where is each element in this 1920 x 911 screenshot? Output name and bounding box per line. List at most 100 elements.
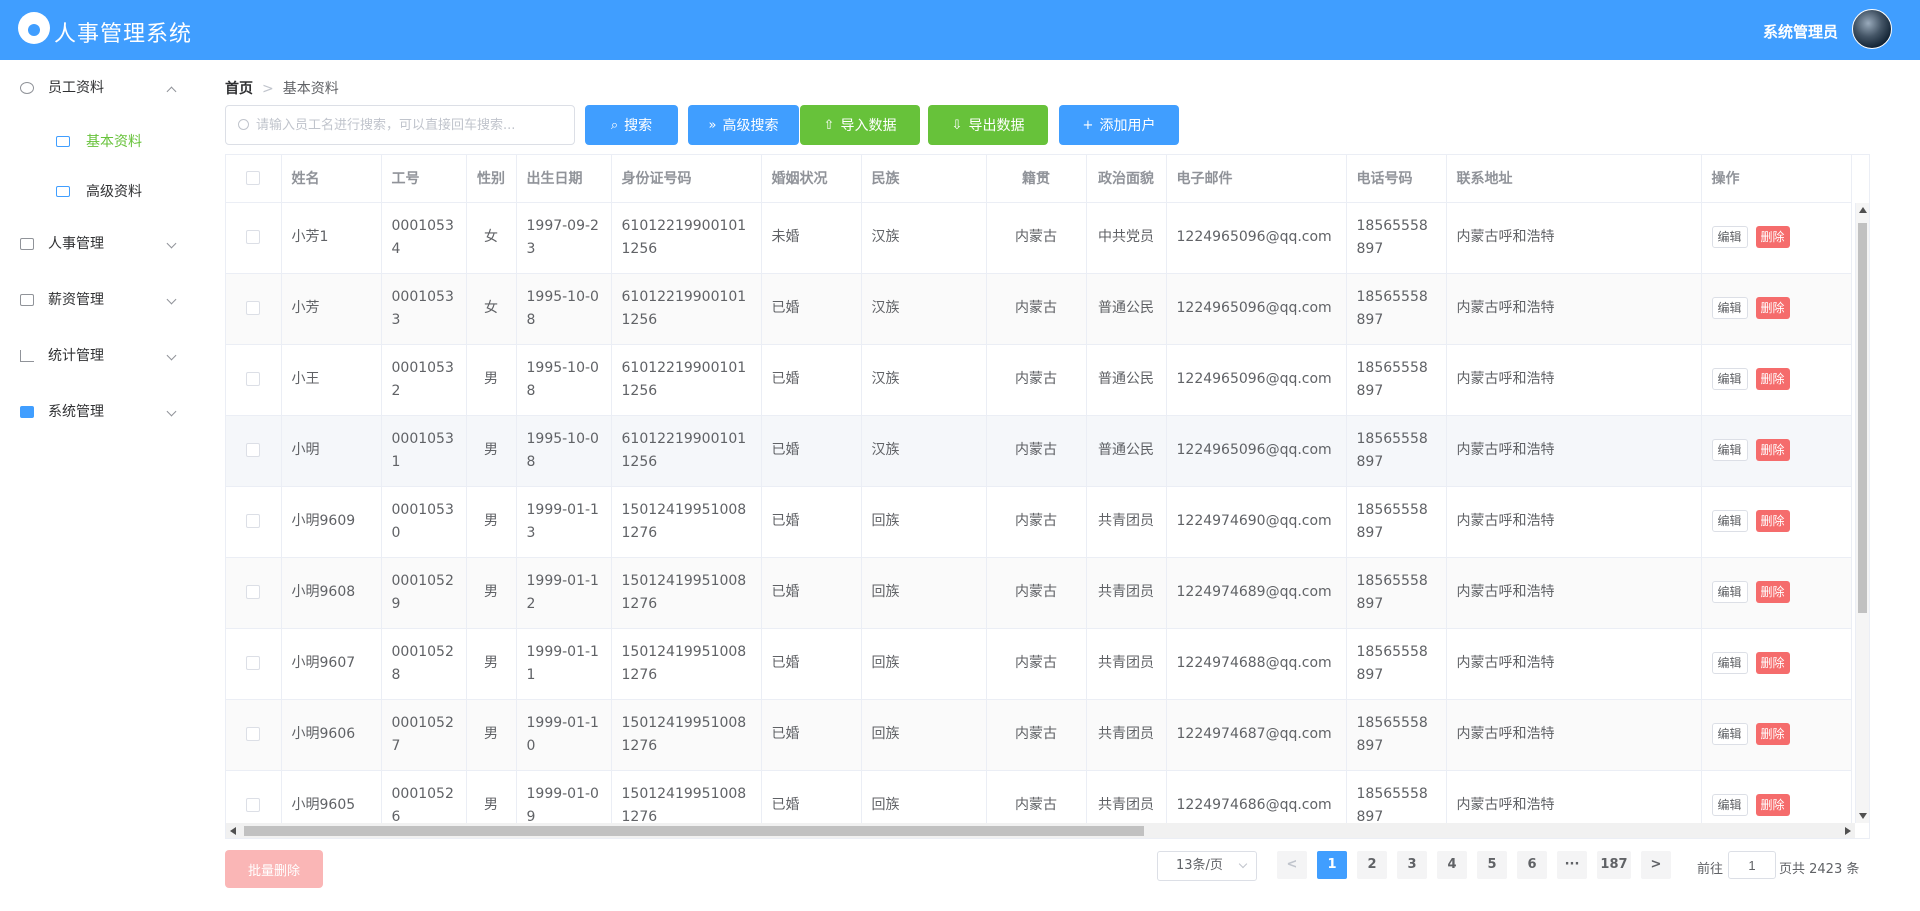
table-row[interactable]: 小明9606 00010527 男 1999-01-10 150124199510081… (226, 699, 1852, 771)
horizontal-scrollbar[interactable] (226, 823, 1855, 838)
edit-button[interactable]: 编辑 (1711, 652, 1748, 674)
page-button-last[interactable]: 187 (1597, 851, 1631, 879)
edit-button[interactable]: 编辑 (1711, 368, 1748, 390)
page-size-select[interactable]: 13条/页 (1157, 851, 1257, 881)
edit-button[interactable]: 编辑 (1711, 226, 1748, 248)
table-row[interactable]: 小明 00010531 男 1995-10-08 610122199001011256 已… (226, 415, 1852, 487)
table-row[interactable]: 小明9607 00010528 男 1999-01-11 150124199510081… (226, 628, 1852, 700)
scroll-left-arrow-icon[interactable] (230, 827, 236, 835)
row-checkbox[interactable] (246, 798, 261, 812)
delete-button[interactable]: 删除 (1755, 510, 1790, 532)
scroll-down-arrow-icon[interactable] (1859, 813, 1867, 819)
delete-button[interactable]: 删除 (1755, 581, 1790, 603)
import-data-label: 导入数据 (840, 118, 897, 134)
sidebar-group-personnel[interactable]: 人事管理 (0, 216, 200, 272)
delete-button[interactable]: 删除 (1755, 226, 1790, 248)
breadcrumb: 首页 > 基本资料 (225, 78, 339, 98)
goto-page-input[interactable] (1728, 851, 1776, 879)
cell-birthday: 1999-01-12 (516, 557, 612, 629)
delete-button[interactable]: 删除 (1755, 297, 1790, 319)
select-all-checkbox-cell (226, 155, 282, 203)
edit-button[interactable]: 编辑 (1711, 723, 1748, 745)
vertical-scroll-thumb[interactable] (1858, 223, 1867, 613)
delete-button[interactable]: 删除 (1755, 723, 1790, 745)
sidebar-group-statistics[interactable]: 统计管理 (0, 328, 200, 384)
import-data-button[interactable]: ⇧ 导入数据 (800, 105, 920, 145)
cell-id-card: 610122199001011256 (611, 202, 762, 274)
cell-nation: 汉族 (861, 273, 987, 345)
delete-button[interactable]: 删除 (1755, 652, 1790, 674)
horizontal-scroll-thumb[interactable] (244, 826, 1144, 836)
table-row[interactable]: 小明9609 00010530 男 1999-01-13 150124199510081… (226, 486, 1852, 558)
row-checkbox[interactable] (246, 585, 261, 599)
sidebar-group-system[interactable]: 系统管理 (0, 384, 200, 440)
row-checkbox[interactable] (246, 372, 261, 386)
row-checkbox-cell (226, 344, 282, 416)
row-checkbox[interactable] (246, 443, 261, 457)
plus-icon: + (1082, 117, 1094, 133)
breadcrumb-home[interactable]: 首页 (225, 81, 253, 97)
page-button-1[interactable]: 1 (1317, 851, 1347, 879)
cell-id: 00010530 (381, 486, 467, 558)
sidebar-group-label: 人事管理 (48, 236, 104, 252)
page-ellipsis-button[interactable]: ··· (1557, 851, 1587, 879)
prev-page-button[interactable]: < (1277, 851, 1307, 879)
table-row[interactable]: 小王 00010532 男 1995-10-08 610122199001011256 已… (226, 344, 1852, 416)
search-button-label: 搜索 (624, 118, 653, 134)
page-button-5[interactable]: 5 (1477, 851, 1507, 879)
cell-email: 1224965096@qq.com (1166, 202, 1347, 274)
col-header-politics: 政治面貌 (1086, 155, 1167, 203)
cell-native-place: 内蒙古 (986, 344, 1087, 416)
cell-marriage: 未婚 (761, 202, 862, 274)
search-field[interactable] (225, 105, 575, 145)
row-checkbox[interactable] (246, 656, 261, 670)
user-avatar[interactable] (1852, 9, 1892, 49)
page-button-4[interactable]: 4 (1437, 851, 1467, 879)
cell-phone: 18565558897 (1346, 628, 1447, 700)
row-checkbox-cell (226, 699, 282, 771)
cell-gender: 女 (466, 202, 517, 274)
chevron-down-icon (1238, 859, 1248, 869)
edit-button[interactable]: 编辑 (1711, 794, 1748, 816)
sidebar-item-basic-info[interactable]: 基本资料 (0, 117, 200, 167)
edit-button[interactable]: 编辑 (1711, 297, 1748, 319)
employee-table-grid: 姓名 工号 性别 出生日期 身份证号码 婚姻状况 民族 籍贯 政治面貌 电子邮件… (226, 155, 1852, 838)
page-button-2[interactable]: 2 (1357, 851, 1387, 879)
cell-name: 小芳1 (281, 202, 382, 274)
edit-button[interactable]: 编辑 (1711, 581, 1748, 603)
delete-button[interactable]: 删除 (1755, 794, 1790, 816)
cell-gender: 男 (466, 628, 517, 700)
sidebar-group-salary[interactable]: 薪资管理 (0, 272, 200, 328)
edit-button[interactable]: 编辑 (1711, 510, 1748, 532)
table-row[interactable]: 小芳 00010533 女 1995-10-08 610122199001011256 已… (226, 273, 1852, 345)
cell-operation: 编辑 删除 (1701, 557, 1852, 629)
search-input[interactable] (256, 114, 566, 136)
row-checkbox[interactable] (246, 230, 261, 244)
user-name[interactable]: 系统管理员 (1763, 21, 1838, 42)
scroll-right-arrow-icon[interactable] (1845, 827, 1851, 835)
cell-id-card: 610122199001011256 (611, 273, 762, 345)
scroll-up-arrow-icon[interactable] (1859, 207, 1867, 213)
sidebar-item-advanced-info[interactable]: 高级资料 (0, 167, 200, 217)
select-all-checkbox[interactable] (246, 171, 261, 186)
cell-birthday: 1999-01-13 (516, 486, 612, 558)
table-row[interactable]: 小芳1 00010534 女 1997-09-23 610122199001011256… (226, 202, 1852, 274)
vertical-scrollbar[interactable] (1855, 203, 1869, 823)
delete-button[interactable]: 删除 (1755, 368, 1790, 390)
add-user-button[interactable]: + 添加用户 (1059, 105, 1179, 145)
page-button-6[interactable]: 6 (1517, 851, 1547, 879)
search-button[interactable]: ⌕ 搜索 (585, 105, 678, 145)
table-row[interactable]: 小明9608 00010529 男 1999-01-12 150124199510081… (226, 557, 1852, 629)
page-button-3[interactable]: 3 (1397, 851, 1427, 879)
sidebar-group-employee[interactable]: 员工资料 (0, 60, 200, 116)
row-checkbox[interactable] (246, 301, 261, 315)
cell-politics: 普通公民 (1086, 344, 1167, 416)
batch-delete-button[interactable]: 批量删除 (225, 850, 323, 888)
delete-button[interactable]: 删除 (1755, 439, 1790, 461)
row-checkbox[interactable] (246, 727, 261, 741)
edit-button[interactable]: 编辑 (1711, 439, 1748, 461)
advanced-search-button[interactable]: » 高级搜索 (688, 105, 799, 145)
row-checkbox[interactable] (246, 514, 261, 528)
next-page-button[interactable]: > (1641, 851, 1671, 879)
export-data-button[interactable]: ⇩ 导出数据 (928, 105, 1048, 145)
